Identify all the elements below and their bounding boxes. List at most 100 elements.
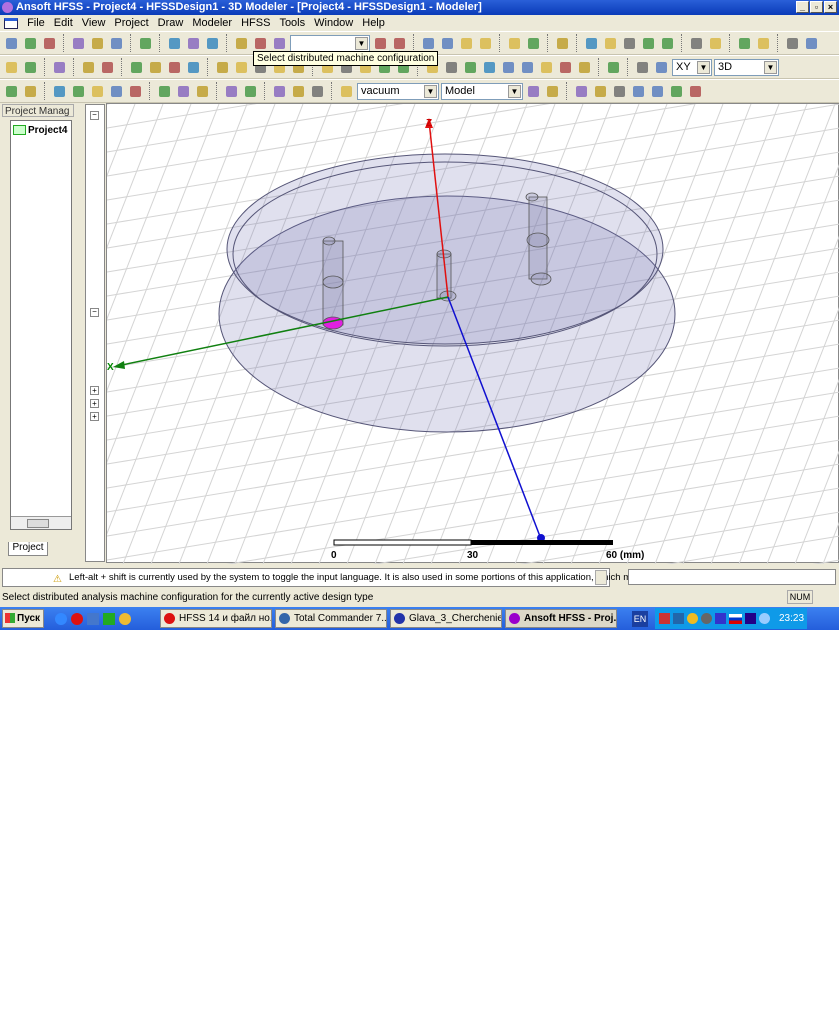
spiral-icon[interactable] [557,59,574,76]
progress-window[interactable] [628,569,836,585]
opera-icon[interactable] [71,612,83,625]
measure2-icon[interactable] [544,83,561,100]
menu-edit[interactable]: Edit [54,17,73,29]
helix-icon[interactable] [538,59,555,76]
sphere-icon[interactable] [500,59,517,76]
pan-icon[interactable] [583,35,600,52]
task-word-doc[interactable]: Glava_3_Cherchenie... [390,609,502,628]
grid2-icon[interactable] [668,83,685,100]
undo-view-icon[interactable] [784,35,801,52]
fit-all-icon[interactable] [736,35,753,52]
ie-icon[interactable] [55,612,67,625]
russian-flag-icon[interactable] [729,613,742,624]
snap2-icon[interactable] [592,83,609,100]
snap4-icon[interactable] [630,83,647,100]
plane-icon[interactable] [653,59,670,76]
task-hfss-file[interactable]: HFSS 14 и файл но... [160,609,272,628]
maximize-button[interactable]: ▫ [810,1,823,13]
print-icon[interactable] [137,35,154,52]
zoom-icon[interactable] [506,35,523,52]
cylinder-icon[interactable] [443,59,460,76]
line-icon[interactable] [214,59,231,76]
redo-view-icon[interactable] [803,35,820,52]
tab-project[interactable]: Project [8,542,48,556]
face-cs-icon[interactable] [242,83,259,100]
machine-icon[interactable] [252,35,269,52]
results-icon[interactable] [458,35,475,52]
save-icon[interactable] [41,35,58,52]
menu-window[interactable]: Window [314,17,353,29]
network-icon[interactable] [271,35,288,52]
layout-icon[interactable] [554,35,571,52]
bondwire-icon[interactable] [576,59,593,76]
view-icon[interactable] [166,59,183,76]
menu-project[interactable]: Project [114,17,148,29]
hide-icon[interactable] [80,59,97,76]
expand-icon[interactable]: + [90,412,99,421]
machine-config-dropdown[interactable]: ▼ [290,34,370,52]
task-ansoft-hfss[interactable]: Ansoft HFSS - Proj... [505,609,617,628]
sweep-icon[interactable] [108,83,125,100]
tray-icon[interactable] [745,613,756,624]
menu-file[interactable]: File [27,17,45,29]
analyze-icon[interactable] [439,35,456,52]
cut-icon[interactable] [70,35,87,52]
region-box-icon[interactable] [605,59,622,76]
tray-icon[interactable] [759,613,770,624]
task-total-commander[interactable]: Total Commander 7.... [275,609,387,628]
duplicate-along-icon[interactable] [271,83,288,100]
tray-icon[interactable] [701,613,712,624]
tray-icon[interactable] [687,613,698,624]
chevron-down-icon[interactable]: ▼ [508,84,521,98]
model-canvas[interactable]: Z X 0 30 60 (mm) [0,0,839,1024]
show-icon[interactable] [51,59,68,76]
chevron-down-icon[interactable]: ▼ [764,60,777,74]
coordinate-icon[interactable] [223,83,240,100]
unite-icon[interactable] [3,83,20,100]
measure-icon[interactable] [525,83,542,100]
duplicate-mirror-icon[interactable] [309,83,326,100]
message-scrollbar[interactable] [595,570,607,585]
horizontal-scrollbar[interactable] [11,516,71,529]
move-icon[interactable] [156,83,173,100]
menu-hfss[interactable]: HFSS [241,17,270,29]
thicken-icon[interactable] [127,83,144,100]
show-all-icon[interactable] [147,59,164,76]
expand-icon[interactable]: + [90,386,99,395]
redo-icon[interactable] [204,35,221,52]
undo-icon[interactable] [185,35,202,52]
torus-icon[interactable] [519,59,536,76]
minimize-button[interactable]: _ [796,1,809,13]
language-indicator[interactable]: EN [632,610,648,627]
menu-help[interactable]: Help [362,17,385,29]
machine-config-icon[interactable] [372,35,389,52]
snap3-icon[interactable] [611,83,628,100]
rotate-axis-icon[interactable] [621,35,638,52]
paste-icon[interactable] [108,35,125,52]
chevron-down-icon[interactable]: ▼ [424,84,437,98]
spline-icon[interactable] [233,59,250,76]
zoom-in-icon[interactable] [688,35,705,52]
grid-icon[interactable] [649,83,666,100]
plane-dropdown[interactable]: XY ▼ [672,58,712,76]
intersect-icon[interactable] [70,83,87,100]
menu-tools[interactable]: Tools [279,17,305,29]
point-icon[interactable] [634,59,651,76]
view2-icon[interactable] [185,59,202,76]
info-icon[interactable] [659,35,676,52]
distributed-machine-icon[interactable] [233,35,250,52]
tray-icon[interactable] [659,613,670,624]
tray-icon[interactable] [715,613,726,624]
expand-icon[interactable]: + [90,399,99,408]
duplicate-around-icon[interactable] [290,83,307,100]
3d-viewport[interactable]: Z X 0 30 60 (mm) [0,0,839,1024]
delete-icon[interactable] [166,35,183,52]
orbit-icon[interactable] [640,35,657,52]
fit-selection-icon[interactable] [755,35,772,52]
report-icon[interactable] [477,35,494,52]
snap-icon[interactable] [573,83,590,100]
subtract-icon[interactable] [22,83,39,100]
hide-all-icon[interactable] [99,59,116,76]
close-button[interactable]: × [824,1,837,13]
context-help-icon[interactable] [22,59,39,76]
